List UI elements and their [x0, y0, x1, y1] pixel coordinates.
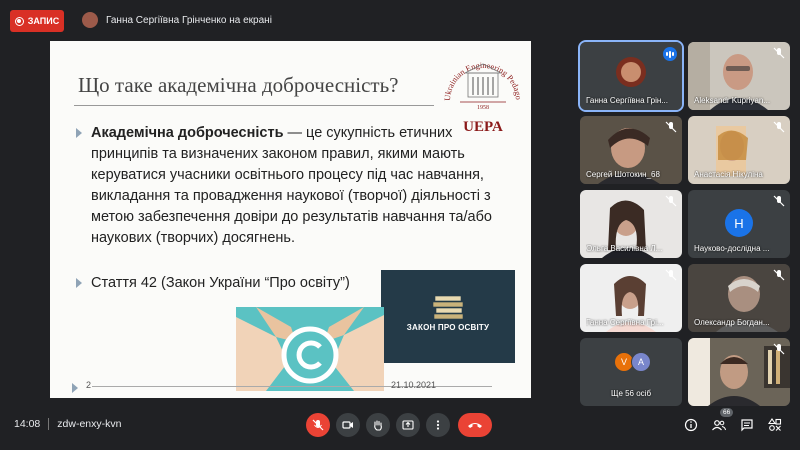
- hang-up-icon: [468, 423, 482, 428]
- present-screen-icon: [402, 420, 414, 430]
- activities-icon: [768, 418, 782, 431]
- definition-term: Академічна доброчесність: [91, 125, 284, 141]
- mic-off-icon: [773, 195, 785, 207]
- presenter-text: Ганна Сергіївна Грінченко на екрані: [106, 14, 272, 26]
- mic-off-icon: [773, 343, 785, 355]
- presenter-avatar: [82, 12, 98, 28]
- law-label: ЗАКОН ПРО ОСВІТУ: [406, 323, 490, 332]
- mic-off-icon: [773, 121, 785, 133]
- mic-off-icon: [773, 47, 785, 59]
- participant-name: Сергей Шотокин_68: [586, 170, 660, 179]
- article-text: Стаття 42 (Закон України “Про освіту”): [91, 275, 350, 291]
- slide-date: 21.10.2021: [391, 380, 437, 390]
- mic-off-icon: [665, 121, 677, 133]
- chat-button[interactable]: [739, 417, 755, 433]
- definition-text: — це сукупність етичних принципів та виз…: [91, 125, 492, 246]
- more-participants-avatars: V A: [614, 352, 651, 372]
- recording-badge[interactable]: ЗАПИС: [10, 10, 64, 32]
- slide-title: Що таке академічна доброчесність?: [78, 73, 399, 97]
- participant-name: Ольга Василівна Л...: [586, 244, 663, 253]
- presenter-indicator: Ганна Сергіївна Грінченко на екрані: [82, 12, 272, 28]
- people-icon: [712, 420, 726, 431]
- title-divider: [74, 105, 434, 106]
- record-icon: [14, 16, 24, 26]
- participant-name: Олександр Богдан...: [694, 318, 770, 327]
- hand-icon: [374, 420, 382, 431]
- participant-avatar: Н: [725, 209, 753, 237]
- chat-icon: [741, 419, 753, 432]
- participant-name: Науково-дослідна ...: [694, 244, 770, 253]
- participant-tile[interactable]: Ганна Сергіївна Грін...: [578, 40, 684, 112]
- participant-tile[interactable]: Ганна Сергіївна Грі...: [580, 264, 682, 332]
- participant-name: Ганна Сергіївна Грін...: [586, 96, 668, 105]
- footer-arrow-icon: [72, 383, 78, 393]
- recording-label: ЗАПИС: [27, 16, 60, 26]
- participant-tile[interactable]: Ольга Василівна Л...: [580, 190, 682, 258]
- participant-tile[interactable]: Сергей Шотокин_68: [580, 116, 682, 184]
- meet-window: ЗАПИС Ганна Сергіївна Грінченко на екран…: [0, 0, 800, 450]
- more-participants-tile[interactable]: V A Ще 56 осіб: [580, 338, 682, 406]
- self-view-tile[interactable]: [688, 338, 790, 406]
- mic-off-icon: [312, 419, 324, 431]
- meeting-code: zdw-enxy-kvn: [57, 418, 122, 430]
- mic-off-icon: [773, 269, 785, 281]
- camera-icon: [342, 421, 353, 429]
- presentation-slide: Що таке академічна доброчесність? Ukrain…: [50, 41, 531, 398]
- mic-off-icon: [665, 195, 677, 207]
- leave-call-button[interactable]: [458, 413, 492, 437]
- bullet-definition: Академічна доброчесність — це сукупність…: [76, 123, 496, 249]
- participant-name: Ганна Сергіївна Грі...: [586, 318, 664, 327]
- participant-tile[interactable]: Анастасія Нікуліна: [688, 116, 790, 184]
- participant-name: Анастасія Нікуліна: [694, 170, 763, 179]
- bullet-article: Стаття 42 (Закон України “Про освіту”): [76, 273, 396, 294]
- mic-off-icon: [665, 269, 677, 281]
- slide-page-number: 2: [86, 380, 92, 390]
- participant-tile[interactable]: Н Науково-дослідна ...: [688, 190, 790, 258]
- books-icon: [432, 295, 464, 320]
- info-icon: [684, 418, 698, 432]
- separator: [48, 418, 50, 430]
- bullet-arrow-icon: [76, 278, 82, 288]
- speaking-indicator-icon: [663, 47, 677, 61]
- activities-button[interactable]: [767, 417, 783, 433]
- more-options-button[interactable]: [426, 413, 450, 437]
- participant-count-badge: 66: [720, 408, 734, 417]
- camera-button[interactable]: [336, 413, 360, 437]
- more-vert-icon: [436, 420, 440, 430]
- svg-text:Ukrainian Engineering Pedagogi: Ukrainian Engineering Pedagogics Academy: [440, 43, 523, 101]
- logo-year: 1958: [477, 105, 489, 111]
- copyright-icon: [236, 307, 384, 391]
- participant-avatar: A: [631, 352, 651, 372]
- participant-tile[interactable]: Олександр Богдан...: [688, 264, 790, 332]
- meeting-time: 14:08: [14, 418, 41, 430]
- more-participants-label: Ще 56 осіб: [610, 389, 652, 398]
- bullet-arrow-icon: [76, 128, 82, 138]
- meeting-details-button[interactable]: [683, 417, 699, 433]
- present-button[interactable]: [396, 413, 420, 437]
- participants-button[interactable]: [711, 417, 727, 433]
- logo-arc-text: Ukrainian Engineering Pedagogics Academy: [440, 43, 523, 101]
- participant-tile[interactable]: Aleksandr Kupriyan...: [688, 42, 790, 110]
- copyright-image: [236, 307, 384, 391]
- microphone-button[interactable]: [306, 413, 330, 437]
- meeting-info: 14:08 zdw-enxy-kvn: [14, 418, 121, 430]
- law-image: ЗАКОН ПРО ОСВІТУ: [381, 270, 515, 363]
- raise-hand-button[interactable]: [366, 413, 390, 437]
- participant-name: Aleksandr Kupriyan...: [694, 96, 771, 105]
